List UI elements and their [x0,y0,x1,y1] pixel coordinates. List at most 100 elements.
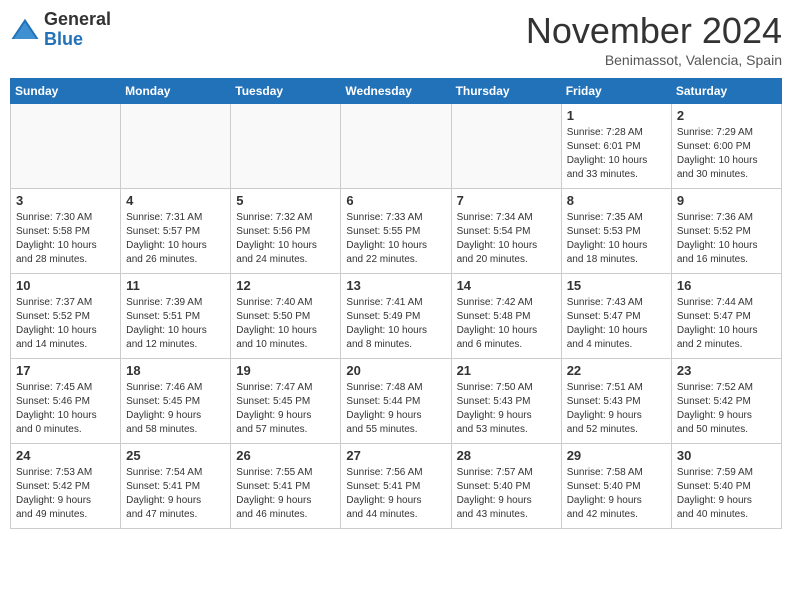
header-tuesday: Tuesday [231,79,341,104]
day-cell: 15Sunrise: 7:43 AM Sunset: 5:47 PM Dayli… [561,274,671,359]
day-cell: 8 Sunrise: 7:35 AM Sunset: 5:53 PM Daylig… [561,189,671,274]
day-number: 3 [16,193,115,208]
day-cell: 21 Sunrise: 7:50 AM Sunset: 5:43 PM Dayli… [451,359,561,444]
day-number: 25 [126,448,225,463]
logo-icon [10,15,40,45]
day-cell [231,104,341,189]
day-number: 18 [126,363,225,378]
day-cell: 29Sunrise: 7:58 AM Sunset: 5:40 PM Dayli… [561,444,671,529]
day-cell: 16 Sunrise: 7:44 AM Sunset: 5:47 PM Dayli… [671,274,781,359]
day-info: Sunrise: 7:37 AM Sunset: 5:52 PM Dayligh… [16,296,115,352]
day-info: Sunrise: 7:45 AM Sunset: 5:46 PM Dayligh… [16,381,115,437]
day-number: 10 [16,278,115,293]
day-cell: 6Sunrise: 7:33 AM Sunset: 5:55 PM Daylig… [341,189,451,274]
day-cell: 17 Sunrise: 7:45 AM Sunset: 5:46 PM Dayli… [11,359,121,444]
day-number: 14 [457,278,556,293]
day-info: Sunrise: 7:34 AM Sunset: 5:54 PM Dayligh… [457,211,556,267]
day-info: Sunrise: 7:48 AM Sunset: 5:44 PM Dayligh… [346,381,445,437]
day-cell: 19 Sunrise: 7:47 AM Sunset: 5:45 PM Dayli… [231,359,341,444]
week-row-4: 17 Sunrise: 7:45 AM Sunset: 5:46 PM Dayli… [11,359,782,444]
header-thursday: Thursday [451,79,561,104]
day-number: 17 [16,363,115,378]
day-number: 2 [677,108,776,123]
logo-general: General [44,10,111,30]
header-monday: Monday [121,79,231,104]
day-info: Sunrise: 7:46 AM Sunset: 5:45 PM Dayligh… [126,381,225,437]
day-cell: 4 Sunrise: 7:31 AM Sunset: 5:57 PM Daylig… [121,189,231,274]
day-cell: 12Sunrise: 7:40 AM Sunset: 5:50 PM Dayli… [231,274,341,359]
day-info: Sunrise: 7:55 AM Sunset: 5:41 PM Dayligh… [236,466,335,522]
week-row-3: 10 Sunrise: 7:37 AM Sunset: 5:52 PM Dayli… [11,274,782,359]
day-cell: 11 Sunrise: 7:39 AM Sunset: 5:51 PM Dayli… [121,274,231,359]
location: Benimassot, Valencia, Spain [526,52,782,68]
day-info: Sunrise: 7:35 AM Sunset: 5:53 PM Dayligh… [567,211,666,267]
day-cell: 9 Sunrise: 7:36 AM Sunset: 5:52 PM Daylig… [671,189,781,274]
week-row-2: 3 Sunrise: 7:30 AM Sunset: 5:58 PM Daylig… [11,189,782,274]
day-number: 7 [457,193,556,208]
day-info: Sunrise: 7:36 AM Sunset: 5:52 PM Dayligh… [677,211,776,267]
day-info: Sunrise: 7:44 AM Sunset: 5:47 PM Dayligh… [677,296,776,352]
day-cell: 30 Sunrise: 7:59 AM Sunset: 5:40 PM Dayli… [671,444,781,529]
logo-blue: Blue [44,30,111,50]
day-cell: 18 Sunrise: 7:46 AM Sunset: 5:45 PM Dayli… [121,359,231,444]
day-info: Sunrise: 7:59 AM Sunset: 5:40 PM Dayligh… [677,466,776,522]
day-number: 13 [346,278,445,293]
day-number: 26 [236,448,335,463]
logo: General Blue [10,10,111,50]
day-info: Sunrise: 7:53 AM Sunset: 5:42 PM Dayligh… [16,466,115,522]
day-cell: 1Sunrise: 7:28 AM Sunset: 6:01 PM Daylig… [561,104,671,189]
day-number: 12 [236,278,335,293]
week-row-1: 1Sunrise: 7:28 AM Sunset: 6:01 PM Daylig… [11,104,782,189]
day-cell: 23Sunrise: 7:52 AM Sunset: 5:42 PM Dayli… [671,359,781,444]
day-info: Sunrise: 7:51 AM Sunset: 5:43 PM Dayligh… [567,381,666,437]
day-cell [451,104,561,189]
day-cell: 7 Sunrise: 7:34 AM Sunset: 5:54 PM Daylig… [451,189,561,274]
day-cell: 14Sunrise: 7:42 AM Sunset: 5:48 PM Dayli… [451,274,561,359]
day-number: 20 [346,363,445,378]
day-info: Sunrise: 7:30 AM Sunset: 5:58 PM Dayligh… [16,211,115,267]
header-wednesday: Wednesday [341,79,451,104]
day-number: 29 [567,448,666,463]
day-info: Sunrise: 7:31 AM Sunset: 5:57 PM Dayligh… [126,211,225,267]
day-number: 19 [236,363,335,378]
day-cell [341,104,451,189]
day-cell: 28 Sunrise: 7:57 AM Sunset: 5:40 PM Dayli… [451,444,561,529]
day-info: Sunrise: 7:50 AM Sunset: 5:43 PM Dayligh… [457,381,556,437]
page-header: General Blue November 2024 Benimassot, V… [10,10,782,68]
day-number: 9 [677,193,776,208]
day-cell: 2Sunrise: 7:29 AM Sunset: 6:00 PM Daylig… [671,104,781,189]
day-cell: 5 Sunrise: 7:32 AM Sunset: 5:56 PM Daylig… [231,189,341,274]
title-block: November 2024 Benimassot, Valencia, Spai… [526,10,782,68]
day-info: Sunrise: 7:32 AM Sunset: 5:56 PM Dayligh… [236,211,335,267]
day-cell: 25 Sunrise: 7:54 AM Sunset: 5:41 PM Dayli… [121,444,231,529]
day-info: Sunrise: 7:39 AM Sunset: 5:51 PM Dayligh… [126,296,225,352]
day-number: 6 [346,193,445,208]
day-cell: 20 Sunrise: 7:48 AM Sunset: 5:44 PM Dayli… [341,359,451,444]
day-number: 23 [677,363,776,378]
header-saturday: Saturday [671,79,781,104]
day-number: 30 [677,448,776,463]
day-cell: 22 Sunrise: 7:51 AM Sunset: 5:43 PM Dayli… [561,359,671,444]
header-friday: Friday [561,79,671,104]
day-number: 8 [567,193,666,208]
day-number: 4 [126,193,225,208]
day-info: Sunrise: 7:28 AM Sunset: 6:01 PM Dayligh… [567,126,666,182]
day-info: Sunrise: 7:54 AM Sunset: 5:41 PM Dayligh… [126,466,225,522]
day-number: 28 [457,448,556,463]
day-cell: 27Sunrise: 7:56 AM Sunset: 5:41 PM Dayli… [341,444,451,529]
day-cell [11,104,121,189]
day-number: 24 [16,448,115,463]
day-info: Sunrise: 7:43 AM Sunset: 5:47 PM Dayligh… [567,296,666,352]
day-number: 21 [457,363,556,378]
day-info: Sunrise: 7:57 AM Sunset: 5:40 PM Dayligh… [457,466,556,522]
day-number: 22 [567,363,666,378]
day-info: Sunrise: 7:56 AM Sunset: 5:41 PM Dayligh… [346,466,445,522]
calendar-header-row: SundayMondayTuesdayWednesdayThursdayFrid… [11,79,782,104]
day-number: 16 [677,278,776,293]
day-info: Sunrise: 7:47 AM Sunset: 5:45 PM Dayligh… [236,381,335,437]
day-number: 11 [126,278,225,293]
day-number: 5 [236,193,335,208]
day-cell: 3 Sunrise: 7:30 AM Sunset: 5:58 PM Daylig… [11,189,121,274]
header-sunday: Sunday [11,79,121,104]
day-cell: 24 Sunrise: 7:53 AM Sunset: 5:42 PM Dayli… [11,444,121,529]
